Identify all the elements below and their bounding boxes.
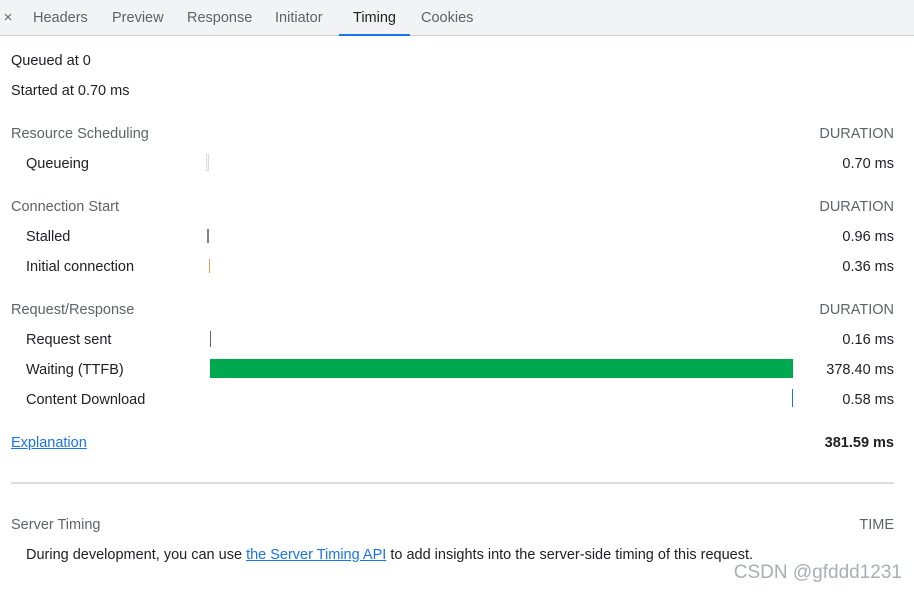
row-value-queueing: 0.70 ms [842, 156, 894, 172]
timing-bar-stalled [207, 229, 209, 243]
section-resource-scheduling: Resource Scheduling [11, 126, 149, 142]
tab-headers[interactable]: Headers [33, 0, 88, 36]
time-header: TIME [859, 517, 894, 533]
tab-response[interactable]: Response [187, 0, 252, 36]
timing-bar-content-download [792, 389, 793, 407]
tab-cookies[interactable]: Cookies [421, 0, 473, 36]
server-timing-api-link[interactable]: the Server Timing API [246, 547, 386, 563]
timing-bar-waiting-ttfb [210, 359, 793, 378]
section-server-timing: Server Timing [11, 517, 101, 533]
row-label-content-download: Content Download [26, 392, 146, 408]
timing-bar-initial-connection [209, 259, 210, 273]
total-duration: 381.59 ms [824, 435, 894, 451]
close-icon[interactable]: × [1, 8, 15, 28]
tab-bar: × Headers Preview Response Initiator Tim… [0, 0, 914, 36]
duration-header: DURATION [819, 126, 894, 142]
explanation-link[interactable]: Explanation [11, 434, 87, 452]
row-label-stalled: Stalled [26, 229, 71, 245]
duration-header: DURATION [819, 302, 894, 318]
row-label-queueing: Queueing [26, 156, 89, 172]
row-label-request-sent: Request sent [26, 332, 112, 348]
section-request-response: Request/Response [11, 302, 135, 318]
tab-preview[interactable]: Preview [112, 0, 164, 36]
duration-header: DURATION [819, 199, 894, 215]
server-timing-description: During development, you can use the Serv… [26, 546, 753, 564]
server-timing-text-before: During development, you can use [26, 547, 247, 563]
tab-initiator[interactable]: Initiator [275, 0, 323, 36]
tab-timing[interactable]: Timing [339, 0, 410, 36]
row-label-initial-connection: Initial connection [26, 259, 135, 275]
server-timing-text-after: to add insights into the server-side tim… [386, 547, 754, 563]
row-value-content-download: 0.58 ms [842, 392, 894, 408]
started-at-text: Started at 0.70 ms [11, 83, 130, 99]
timing-bar-request-sent [210, 331, 211, 347]
row-value-stalled: 0.96 ms [842, 229, 894, 245]
watermark: CSDN @gfddd1231 [733, 562, 902, 583]
row-value-request-sent: 0.16 ms [842, 332, 894, 348]
timing-bar-queueing [206, 154, 209, 171]
queued-at-text: Queued at 0 [11, 53, 91, 69]
divider [11, 482, 894, 484]
row-label-waiting-ttfb: Waiting (TTFB) [26, 362, 124, 378]
row-value-initial-connection: 0.36 ms [842, 259, 894, 275]
section-connection-start: Connection Start [11, 199, 120, 215]
row-value-waiting-ttfb: 378.40 ms [826, 362, 894, 378]
